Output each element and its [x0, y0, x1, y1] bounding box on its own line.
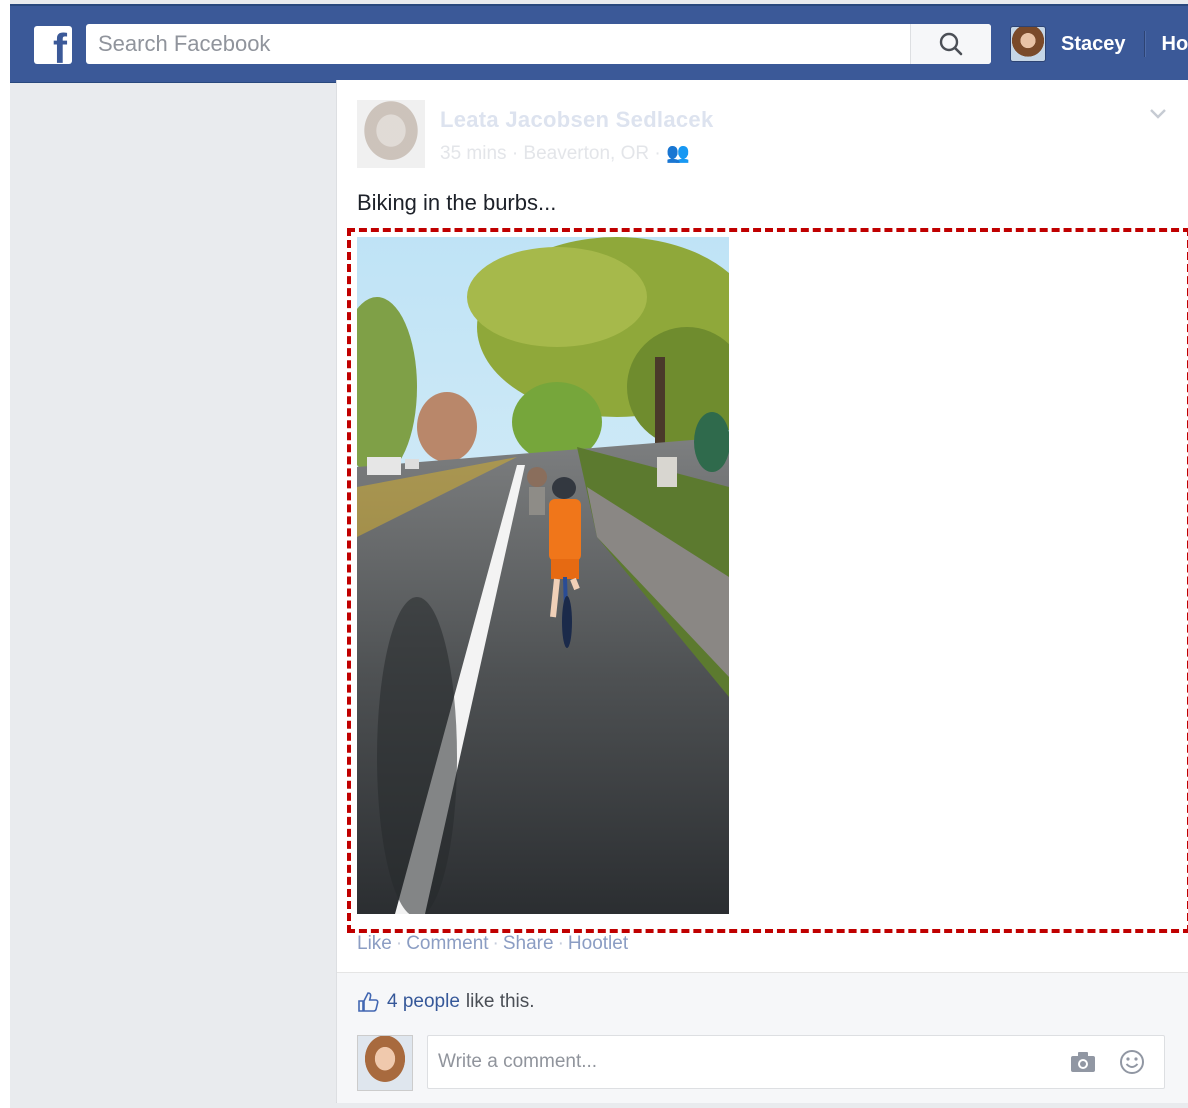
search-input[interactable]: [86, 24, 918, 64]
user-avatar[interactable]: [1010, 26, 1046, 62]
page-margin: [0, 0, 10, 1108]
comment-composer: [357, 1035, 1165, 1091]
search-box: [86, 24, 991, 64]
share-link[interactable]: Share: [503, 933, 554, 954]
post-timestamp[interactable]: 35 mins: [440, 143, 507, 164]
chevron-down-icon[interactable]: [1147, 102, 1169, 124]
author-name[interactable]: Leata Jacobsen Sedlacek: [440, 107, 714, 133]
camera-icon[interactable]: [1070, 1050, 1096, 1074]
nav-divider: [1143, 31, 1146, 57]
audience-friends-icon[interactable]: 👥: [666, 143, 690, 164]
like-link[interactable]: Like: [357, 933, 392, 954]
commenter-avatar: [357, 1035, 413, 1091]
facebook-logo-icon[interactable]: f: [34, 26, 72, 70]
comment-link[interactable]: Comment: [406, 933, 488, 954]
search-button[interactable]: [910, 24, 991, 64]
likes-summary: 4 people like this.: [357, 991, 535, 1013]
search-icon: [939, 32, 963, 56]
thumbs-up-icon: [358, 992, 379, 1012]
post-text: Biking in the burbs...: [357, 190, 557, 215]
comment-input[interactable]: [428, 1036, 1038, 1088]
emoji-icon[interactable]: [1118, 1048, 1146, 1076]
post-actions: Like · Comment · Share · Hootlet: [357, 933, 629, 954]
highlight-annotation: [347, 228, 1188, 933]
home-link[interactable]: Ho: [1162, 33, 1188, 56]
likes-text: like this.: [465, 991, 535, 1012]
top-navigation-bar: f Stacey Ho: [10, 4, 1188, 83]
user-name-link[interactable]: Stacey: [1061, 33, 1126, 56]
post-location[interactable]: Beaverton, OR: [523, 143, 649, 164]
likes-count-link[interactable]: 4 people: [387, 991, 460, 1013]
user-area: Stacey Ho: [1010, 24, 1188, 64]
news-feed-post: Leata Jacobsen Sedlacek 35 mins · Beaver…: [336, 80, 1188, 1103]
post-meta: 35 mins · Beaverton, OR · 👥: [440, 143, 690, 164]
author-avatar[interactable]: [357, 100, 425, 168]
feedback-section: 4 people like this.: [337, 972, 1188, 1103]
hootlet-link[interactable]: Hootlet: [568, 933, 628, 954]
comment-box: [427, 1035, 1165, 1089]
